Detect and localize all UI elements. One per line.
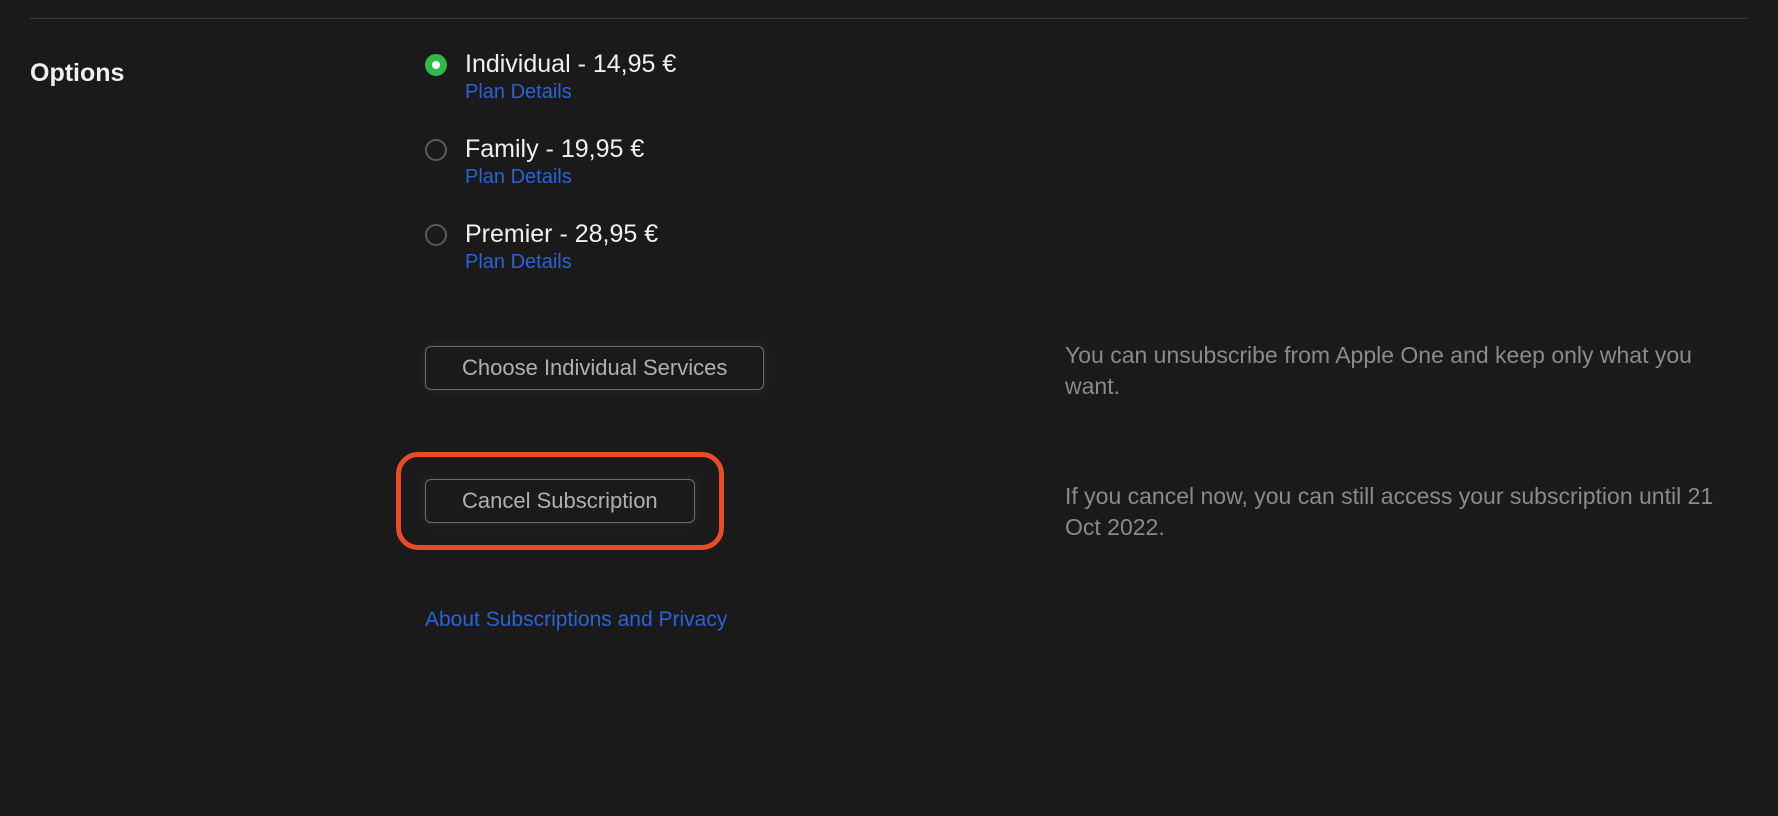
plan-details-link[interactable]: Plan Details <box>465 81 676 104</box>
plan-label: Premier - 28,95 € <box>465 219 658 249</box>
radio-unselected-icon[interactable] <box>425 139 447 161</box>
choose-individual-services-button[interactable]: Choose Individual Services <box>425 346 764 390</box>
radio-selected-icon[interactable] <box>425 54 447 76</box>
plan-label: Individual - 14,95 € <box>465 49 676 79</box>
plan-option-premier[interactable]: Premier - 28,95 € Plan Details <box>425 219 1065 274</box>
about-subscriptions-privacy-link[interactable]: About Subscriptions and Privacy <box>425 608 727 632</box>
plan-option-individual[interactable]: Individual - 14,95 € Plan Details <box>425 49 1065 104</box>
plan-details-link[interactable]: Plan Details <box>465 251 658 274</box>
plan-option-family[interactable]: Family - 19,95 € Plan Details <box>425 134 1065 189</box>
plan-details-link[interactable]: Plan Details <box>465 166 644 189</box>
radio-unselected-icon[interactable] <box>425 224 447 246</box>
plan-label: Family - 19,95 € <box>465 134 644 164</box>
choose-services-description: You can unsubscribe from Apple One and k… <box>1065 340 1748 402</box>
options-section-title: Options <box>30 49 425 88</box>
cancel-subscription-button[interactable]: Cancel Subscription <box>425 479 695 523</box>
cancel-highlight-frame: Cancel Subscription <box>396 452 724 550</box>
cancel-subscription-description: If you cancel now, you can still access … <box>1065 481 1748 543</box>
